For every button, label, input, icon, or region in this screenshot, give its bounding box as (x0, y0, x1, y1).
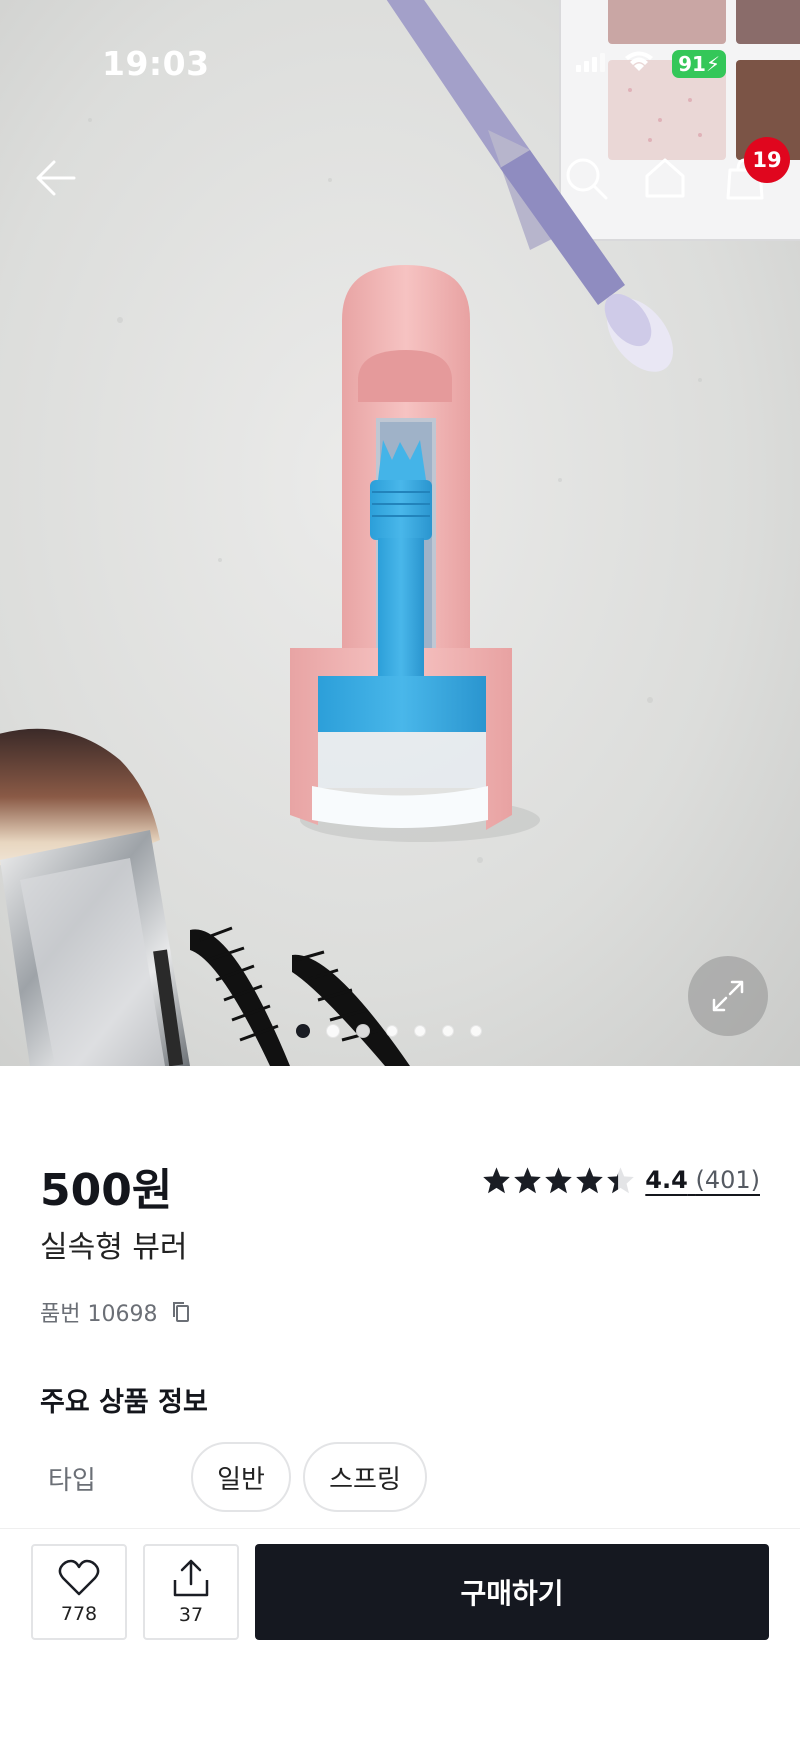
star-icon (545, 1167, 573, 1194)
back-button[interactable] (28, 150, 84, 206)
pagination-dot[interactable] (414, 1025, 426, 1037)
gallery-pagination (296, 1024, 482, 1038)
copy-icon[interactable] (171, 1301, 191, 1323)
battery-indicator: 91 ⚡ (672, 50, 726, 78)
pagination-dot[interactable] (296, 1024, 310, 1038)
heart-icon (58, 1559, 100, 1596)
sku-number: 10698 (87, 1302, 158, 1327)
wifi-icon (624, 51, 654, 77)
product-rating: 4.4 (401) (482, 1166, 760, 1194)
rating-stars (482, 1166, 635, 1194)
star-half-icon (607, 1167, 635, 1194)
review-link[interactable]: 4.4 (401) (645, 1166, 760, 1194)
type-option-chip[interactable]: 스프링 (303, 1442, 427, 1512)
buy-button[interactable]: 구매하기 (255, 1544, 769, 1640)
key-info-title: 주요 상품 정보 (40, 1387, 208, 1418)
type-option-chip[interactable]: 일반 (191, 1442, 291, 1512)
type-label: 타입 (48, 1466, 96, 1496)
product-image-gallery[interactable]: 19:03 91 ⚡ 19 (0, 0, 800, 1066)
product-sku: 품번 10698 (40, 1296, 191, 1328)
star-icon (483, 1167, 511, 1194)
product-price: 500원 (40, 1165, 173, 1216)
status-icons: 91 ⚡ (576, 50, 726, 78)
pagination-dot[interactable] (326, 1024, 340, 1038)
signal-icon (576, 52, 606, 76)
battery-level: 91 (678, 52, 706, 76)
cart-count-badge: 19 (744, 137, 790, 183)
search-button[interactable] (558, 150, 614, 206)
star-icon (514, 1167, 542, 1194)
sku-label: 품번 (40, 1302, 81, 1327)
pagination-dot[interactable] (386, 1025, 398, 1037)
product-name: 실속형 뷰러 (40, 1230, 188, 1265)
home-button[interactable] (637, 150, 693, 206)
like-button[interactable]: 778 (31, 1544, 127, 1640)
share-icon (173, 1559, 209, 1597)
pagination-dot[interactable] (442, 1025, 454, 1037)
star-icon (576, 1167, 604, 1194)
share-count: 37 (178, 1604, 204, 1626)
home-icon (645, 158, 685, 198)
expand-icon (712, 980, 744, 1012)
back-arrow-icon (36, 160, 76, 196)
pagination-dot[interactable] (470, 1025, 482, 1037)
product-detail-page: 19:03 91 ⚡ 19 500원 4.4 (401) 실속형 뷰러 품번 1… (0, 0, 800, 1740)
fullscreen-button[interactable] (688, 956, 768, 1036)
like-count: 778 (60, 1603, 98, 1625)
rating-score: 4.4 (645, 1166, 688, 1194)
share-button[interactable]: 37 (143, 1544, 239, 1640)
search-icon (566, 158, 608, 200)
charging-icon: ⚡ (705, 52, 720, 76)
review-count: (401) (695, 1166, 760, 1194)
pagination-dot[interactable] (356, 1024, 370, 1038)
status-time: 19:03 (102, 44, 210, 83)
